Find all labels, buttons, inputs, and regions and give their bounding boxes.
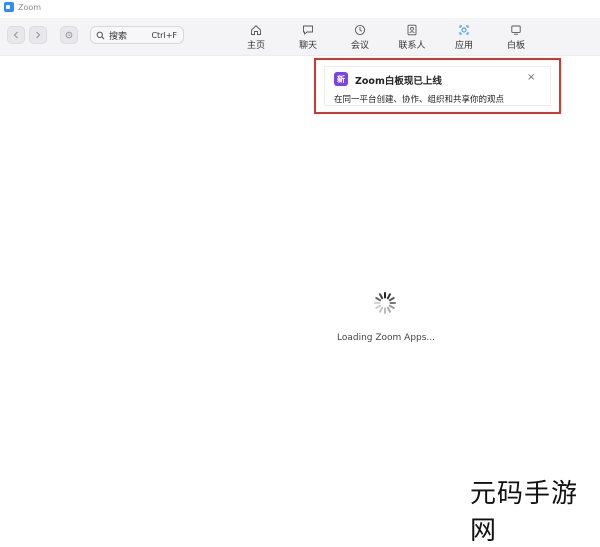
loading-spinner-icon xyxy=(374,292,396,314)
close-icon[interactable]: × xyxy=(527,72,535,83)
chevron-right-icon xyxy=(36,31,41,39)
tab-home[interactable]: 主页 xyxy=(235,22,277,54)
main-tabs: 主页 聊天 会议 联系人 应用 白板 xyxy=(230,22,552,54)
tab-label: 联系人 xyxy=(398,41,426,51)
clock-icon xyxy=(354,24,366,36)
search-label: 搜索 xyxy=(109,31,128,42)
back-button[interactable] xyxy=(7,26,25,44)
whiteboard-icon xyxy=(511,25,521,35)
title-bar: Zoom xyxy=(0,0,600,14)
watermark-text: 元码手游网 xyxy=(470,479,579,546)
contacts-icon xyxy=(407,24,417,36)
tab-chat[interactable]: 聊天 xyxy=(287,22,329,54)
window-title: Zoom xyxy=(18,2,42,12)
history-button[interactable] xyxy=(60,26,78,44)
highlight-frame: 新 Zoom白板现已上线 × 在同一平台创建、协作、组织和共享你的观点 xyxy=(314,58,561,114)
apps-icon xyxy=(459,25,469,35)
search-icon xyxy=(96,31,105,39)
tab-label: 应用 xyxy=(454,41,473,51)
top-toolbar: 搜索 Ctrl+F 主页 聊天 会议 联系人 应用 白板 xyxy=(0,18,600,56)
tab-contacts[interactable]: 联系人 xyxy=(391,22,433,54)
search-input[interactable]: 搜索 Ctrl+F xyxy=(90,26,184,44)
new-badge: 新 xyxy=(334,72,348,86)
whiteboard-notification[interactable]: 新 Zoom白板现已上线 × 在同一平台创建、协作、组织和共享你的观点 xyxy=(324,66,551,106)
chat-icon xyxy=(303,25,313,35)
zoom-logo-icon xyxy=(4,2,14,12)
history-icon xyxy=(65,31,73,39)
notification-body: 在同一平台创建、协作、组织和共享你的观点 xyxy=(334,95,505,105)
tab-meetings[interactable]: 会议 xyxy=(339,22,381,54)
notification-title: Zoom白板现已上线 xyxy=(355,76,442,87)
forward-button[interactable] xyxy=(29,26,47,44)
home-icon xyxy=(251,25,261,35)
search-shortcut: Ctrl+F xyxy=(151,30,177,40)
chevron-left-icon xyxy=(13,31,18,39)
loading-text: Loading Zoom Apps... xyxy=(336,333,436,343)
tab-label: 主页 xyxy=(246,41,265,51)
tab-label: 聊天 xyxy=(298,41,317,51)
tab-label: 会议 xyxy=(350,41,369,51)
tab-whiteboards[interactable]: 白板 xyxy=(495,22,537,54)
tab-label: 白板 xyxy=(506,41,525,51)
tab-apps[interactable]: 应用 xyxy=(443,22,485,54)
